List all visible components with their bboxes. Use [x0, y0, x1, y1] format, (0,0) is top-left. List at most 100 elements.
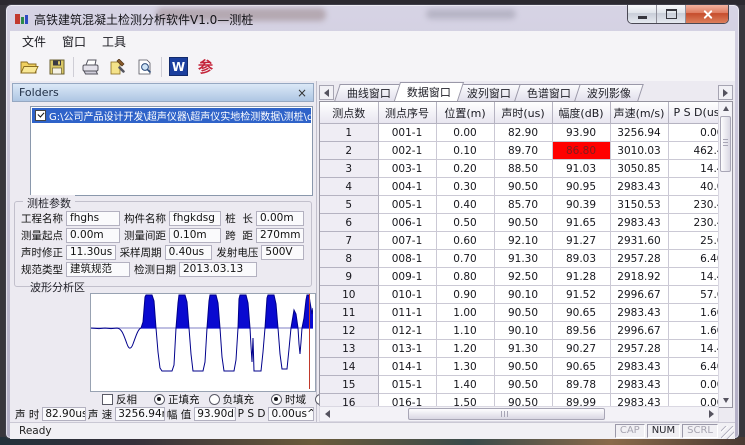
cell[interactable]: 1.30 — [436, 358, 494, 376]
cell[interactable]: 2983.43 — [610, 214, 668, 232]
print-button[interactable] — [77, 55, 104, 79]
cell[interactable]: 230.4 — [668, 196, 725, 214]
cell[interactable]: 6.40 — [668, 358, 725, 376]
close-button[interactable] — [686, 5, 728, 23]
table-row[interactable]: 12012-11.1090.1089.562996.671.60 — [320, 322, 725, 340]
domain-option-1[interactable]: 时域 — [271, 392, 306, 407]
cell[interactable]: 3010.03 — [610, 142, 668, 160]
cell[interactable]: 1.60 — [668, 304, 725, 322]
cell[interactable]: 2983.43 — [610, 358, 668, 376]
cell[interactable]: 91.30 — [494, 250, 552, 268]
maximize-button[interactable] — [657, 5, 686, 23]
table-row[interactable]: 2002-10.1089.7086.803010.03462.4 — [320, 142, 725, 160]
cell[interactable]: 011-1 — [378, 304, 436, 322]
table-row[interactable]: 13013-11.2091.3090.272957.2814.4 — [320, 340, 725, 358]
cell[interactable]: 0.80 — [436, 268, 494, 286]
tab-5[interactable]: 波列影像 — [574, 84, 644, 101]
cell[interactable]: 0.30 — [436, 178, 494, 196]
cell[interactable]: 2918.92 — [610, 268, 668, 286]
cell[interactable]: 40.0 — [668, 178, 725, 196]
cell[interactable]: 2996.67 — [610, 322, 668, 340]
table-row[interactable]: 5005-10.4085.7090.393150.53230.4 — [320, 196, 725, 214]
vertical-scrollbar-thumb[interactable] — [720, 116, 731, 172]
cell[interactable]: 91.03 — [552, 160, 610, 178]
cell[interactable]: 1.60 — [668, 322, 725, 340]
cell[interactable]: 0.00 — [668, 376, 725, 394]
cell[interactable]: 57.6 — [668, 286, 725, 304]
cell[interactable]: 86.80 — [552, 142, 610, 160]
cell[interactable]: 9 — [320, 268, 378, 286]
cell[interactable]: 2983.43 — [610, 376, 668, 394]
table-row[interactable]: 10010-10.9090.1091.522996.6757.6 — [320, 286, 725, 304]
cell[interactable]: 25.6 — [668, 232, 725, 250]
cell[interactable]: 007-1 — [378, 232, 436, 250]
table-row[interactable]: 4004-10.3090.5090.952983.4340.0 — [320, 178, 725, 196]
cell[interactable]: 90.95 — [552, 178, 610, 196]
cell[interactable]: 009-1 — [378, 268, 436, 286]
tab-4[interactable]: 色谱窗口 — [514, 84, 584, 101]
waveform-plot[interactable] — [90, 293, 316, 392]
window-titlebar[interactable]: 高铁建筑混凝土检测分析软件V1.0—测桩 — [6, 5, 739, 31]
cell[interactable]: 90.65 — [552, 304, 610, 322]
cell[interactable]: 12 — [320, 322, 378, 340]
table-row[interactable]: 15015-11.4090.5089.782983.430.00 — [320, 376, 725, 394]
cell[interactable]: 92.10 — [494, 232, 552, 250]
cell[interactable]: 2957.28 — [610, 340, 668, 358]
cell[interactable]: 005-1 — [378, 196, 436, 214]
cell[interactable]: 0.40 — [436, 196, 494, 214]
table-row[interactable]: 6006-10.5090.5091.652983.43230.4 — [320, 214, 725, 232]
folder-checkbox[interactable] — [35, 110, 46, 121]
cell[interactable]: 2983.43 — [610, 178, 668, 196]
table-row[interactable]: 7007-10.6092.1091.272931.6025.6 — [320, 232, 725, 250]
horizontal-scrollbar[interactable] — [319, 406, 719, 422]
cell[interactable]: 15 — [320, 376, 378, 394]
cell[interactable]: 14.4 — [668, 268, 725, 286]
cell[interactable]: 462.4 — [668, 142, 725, 160]
invert-checkbox[interactable] — [102, 394, 113, 405]
cell[interactable]: 0.90 — [436, 286, 494, 304]
cell[interactable]: 89.78 — [552, 376, 610, 394]
cell[interactable]: 0.20 — [436, 160, 494, 178]
cell[interactable]: 93.90 — [552, 124, 610, 142]
cell[interactable]: 14.4 — [668, 160, 725, 178]
cell[interactable]: 2957.28 — [610, 250, 668, 268]
cell[interactable]: 0.00 — [668, 124, 725, 142]
table-row[interactable]: 11011-11.0090.5090.652983.431.60 — [320, 304, 725, 322]
fill-option-2[interactable]: 负填充 — [209, 392, 255, 407]
cell[interactable]: 89.03 — [552, 250, 610, 268]
cell[interactable]: 11 — [320, 304, 378, 322]
cell[interactable]: 90.50 — [494, 376, 552, 394]
cell[interactable]: 002-1 — [378, 142, 436, 160]
cell[interactable]: 012-1 — [378, 322, 436, 340]
cell[interactable]: 90.27 — [552, 340, 610, 358]
cell[interactable]: 90.50 — [494, 304, 552, 322]
cell[interactable]: 3050.85 — [610, 160, 668, 178]
open-file-button[interactable] — [16, 55, 43, 79]
fill-option-1[interactable]: 正填充 — [154, 392, 200, 407]
cell[interactable]: 004-1 — [378, 178, 436, 196]
cell[interactable]: 90.10 — [494, 322, 552, 340]
table-row[interactable]: 14014-11.3090.5090.652983.436.40 — [320, 358, 725, 376]
cell[interactable]: 1.00 — [436, 304, 494, 322]
cell[interactable]: 010-1 — [378, 286, 436, 304]
menu-item-2[interactable]: 窗口 — [54, 31, 94, 52]
cell[interactable]: 230.4 — [668, 214, 725, 232]
cell[interactable]: 1.40 — [436, 376, 494, 394]
cell[interactable]: 5 — [320, 196, 378, 214]
cell[interactable]: 90.39 — [552, 196, 610, 214]
minimize-button[interactable] — [628, 5, 657, 23]
cell[interactable]: 13 — [320, 340, 378, 358]
table-row[interactable]: 1001-10.0082.9093.903256.940.00 — [320, 124, 725, 142]
tab-3[interactable]: 波列窗口 — [454, 84, 524, 101]
tab-scroll-left-button[interactable] — [319, 85, 334, 100]
cell[interactable]: 2983.43 — [610, 304, 668, 322]
cell[interactable]: 82.90 — [494, 124, 552, 142]
cell[interactable]: 90.50 — [494, 178, 552, 196]
cell[interactable]: 89.56 — [552, 322, 610, 340]
cell[interactable]: 7 — [320, 232, 378, 250]
table-row[interactable]: 9009-10.8092.5091.282918.9214.4 — [320, 268, 725, 286]
cell[interactable]: 8 — [320, 250, 378, 268]
cell[interactable]: 90.50 — [494, 358, 552, 376]
resize-grip[interactable] — [721, 426, 734, 439]
cell[interactable]: 0.70 — [436, 250, 494, 268]
